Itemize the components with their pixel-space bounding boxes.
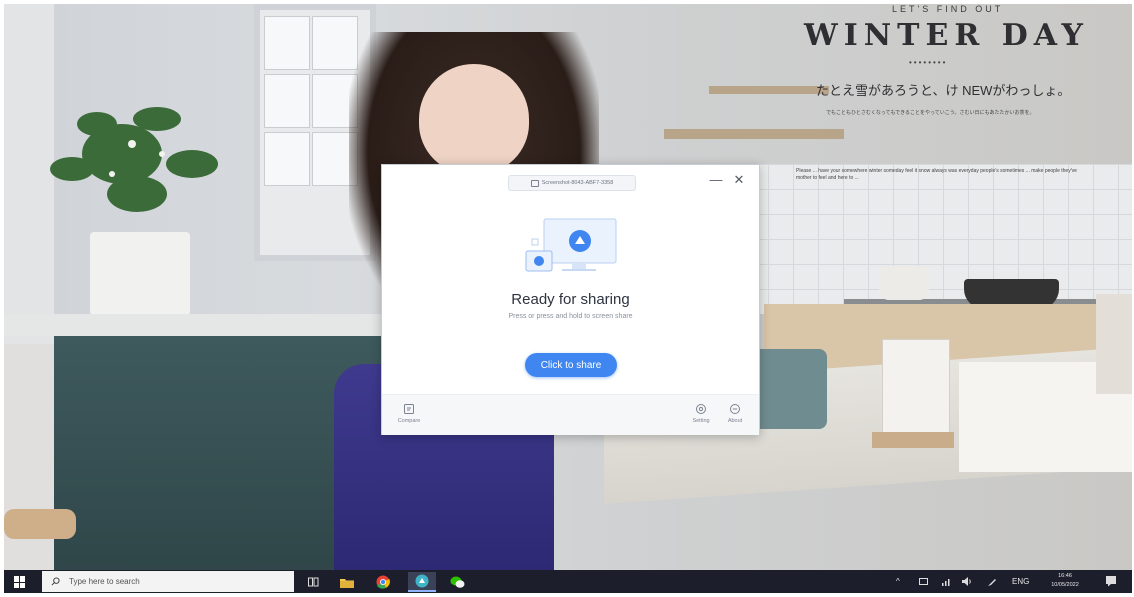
screen-share-dialog: Screenshot-8043-ABF7-3358 — ✕ Ready for … <box>381 164 760 435</box>
minimize-button[interactable]: — <box>708 172 724 188</box>
gear-icon <box>696 404 706 414</box>
taskbar-search[interactable]: Type here to search <box>42 571 294 592</box>
wechat-icon[interactable] <box>448 573 466 591</box>
wallpaper-japanese-heading: たとえ雪があろうと、け NEWがわっしょ。 <box>816 83 1071 98</box>
clock-date: 10/05/2022 <box>1051 582 1079 588</box>
wallpaper-japanese-body: でもこともひとさむくなってもできることをやっていこう。さむい日にもあたたかいお茶… <box>826 110 1035 116</box>
about-icon <box>730 404 740 414</box>
person-face <box>419 64 529 174</box>
task-view-icon[interactable] <box>304 573 322 591</box>
search-placeholder: Type here to search <box>69 577 140 586</box>
click-to-share-button[interactable]: Click to share <box>525 353 617 377</box>
wallpaper-headline: WINTER DAY <box>804 18 1089 53</box>
setting-button[interactable]: Setting <box>684 403 718 424</box>
screen-share-app-icon[interactable] <box>408 572 436 592</box>
dialog-title-pill[interactable]: Screenshot-8043-ABF7-3358 <box>508 175 636 191</box>
about-label: About <box>727 418 743 424</box>
compare-label: Compare <box>397 418 421 424</box>
plant-image <box>50 107 218 212</box>
taskbar-clock[interactable]: 16:46 10/05/2022 <box>1042 572 1088 590</box>
screen-icon <box>530 179 539 187</box>
start-button-windows-icon[interactable] <box>14 576 26 588</box>
ready-heading: Ready for sharing <box>511 291 630 308</box>
wallpaper-dots: •••••••• <box>909 58 948 67</box>
dialog-bottom-bar: Compare Setting About <box>382 394 759 435</box>
wallpaper-tagline: LET'S FIND OUT <box>892 4 1004 14</box>
share-illustration-icon <box>525 218 617 272</box>
tray-volume-icon[interactable] <box>962 570 973 593</box>
taskbar: Type here to search ^ ENG 16:46 10/05/20… <box>4 570 1132 593</box>
compare-button[interactable]: Compare <box>392 403 426 424</box>
wallpaper-english-body: Please ... have your somewhere winter so… <box>796 168 1077 181</box>
chrome-icon[interactable] <box>374 573 392 591</box>
tray-network-icon[interactable] <box>941 570 951 593</box>
compare-icon <box>404 404 414 414</box>
notification-icon[interactable] <box>1105 575 1117 587</box>
about-button[interactable]: About <box>718 403 752 424</box>
dialog-title: Screenshot-8043-ABF7-3358 <box>541 180 614 186</box>
setting-label: Setting <box>692 418 710 424</box>
clock-time: 16:46 <box>1058 573 1072 579</box>
close-button[interactable]: ✕ <box>731 172 747 188</box>
plant-pot <box>90 232 190 324</box>
desktop: LET'S FIND OUT WINTER DAY •••••••• たとえ雪が… <box>4 4 1132 593</box>
tray-chevron-up-icon[interactable]: ^ <box>896 570 900 593</box>
tray-pen-icon[interactable] <box>987 570 997 593</box>
file-explorer-icon[interactable] <box>338 573 356 591</box>
search-icon <box>51 577 60 586</box>
tray-battery-icon[interactable] <box>919 570 929 593</box>
tray-language[interactable]: ENG <box>1012 570 1029 593</box>
ready-hint: Press or press and hold to screen share <box>508 313 633 320</box>
